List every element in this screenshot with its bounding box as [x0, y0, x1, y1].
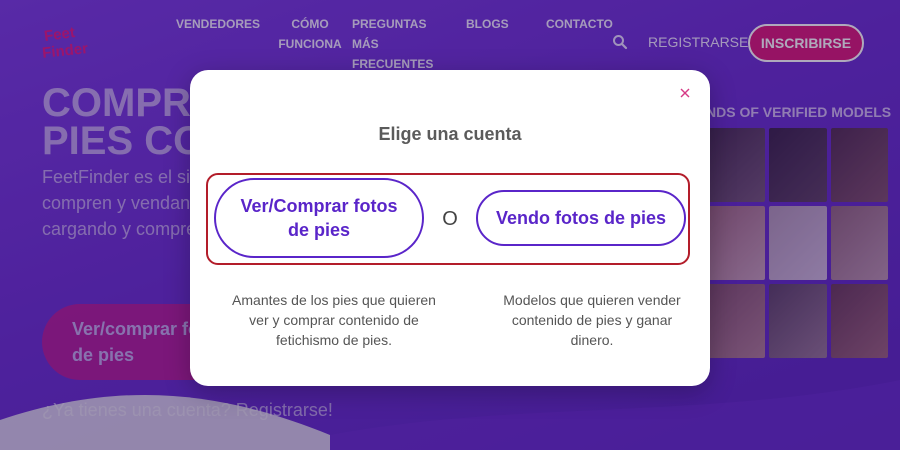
or-separator: O — [442, 208, 458, 230]
sell-photos-button[interactable]: Vendo fotos de pies — [476, 190, 686, 246]
buy-photos-button[interactable]: Ver/Comprar fotos de pies — [214, 178, 424, 258]
sell-description: Modelos que quieren vender contenido de … — [503, 292, 681, 348]
account-type-modal: Elige una cuenta Ver/Comprar fotos de pi… — [190, 70, 710, 386]
modal-title: Elige una cuenta — [378, 124, 522, 144]
close-icon[interactable] — [680, 88, 690, 98]
buy-description: Amantes de los pies que quieren ver y co… — [232, 292, 436, 348]
